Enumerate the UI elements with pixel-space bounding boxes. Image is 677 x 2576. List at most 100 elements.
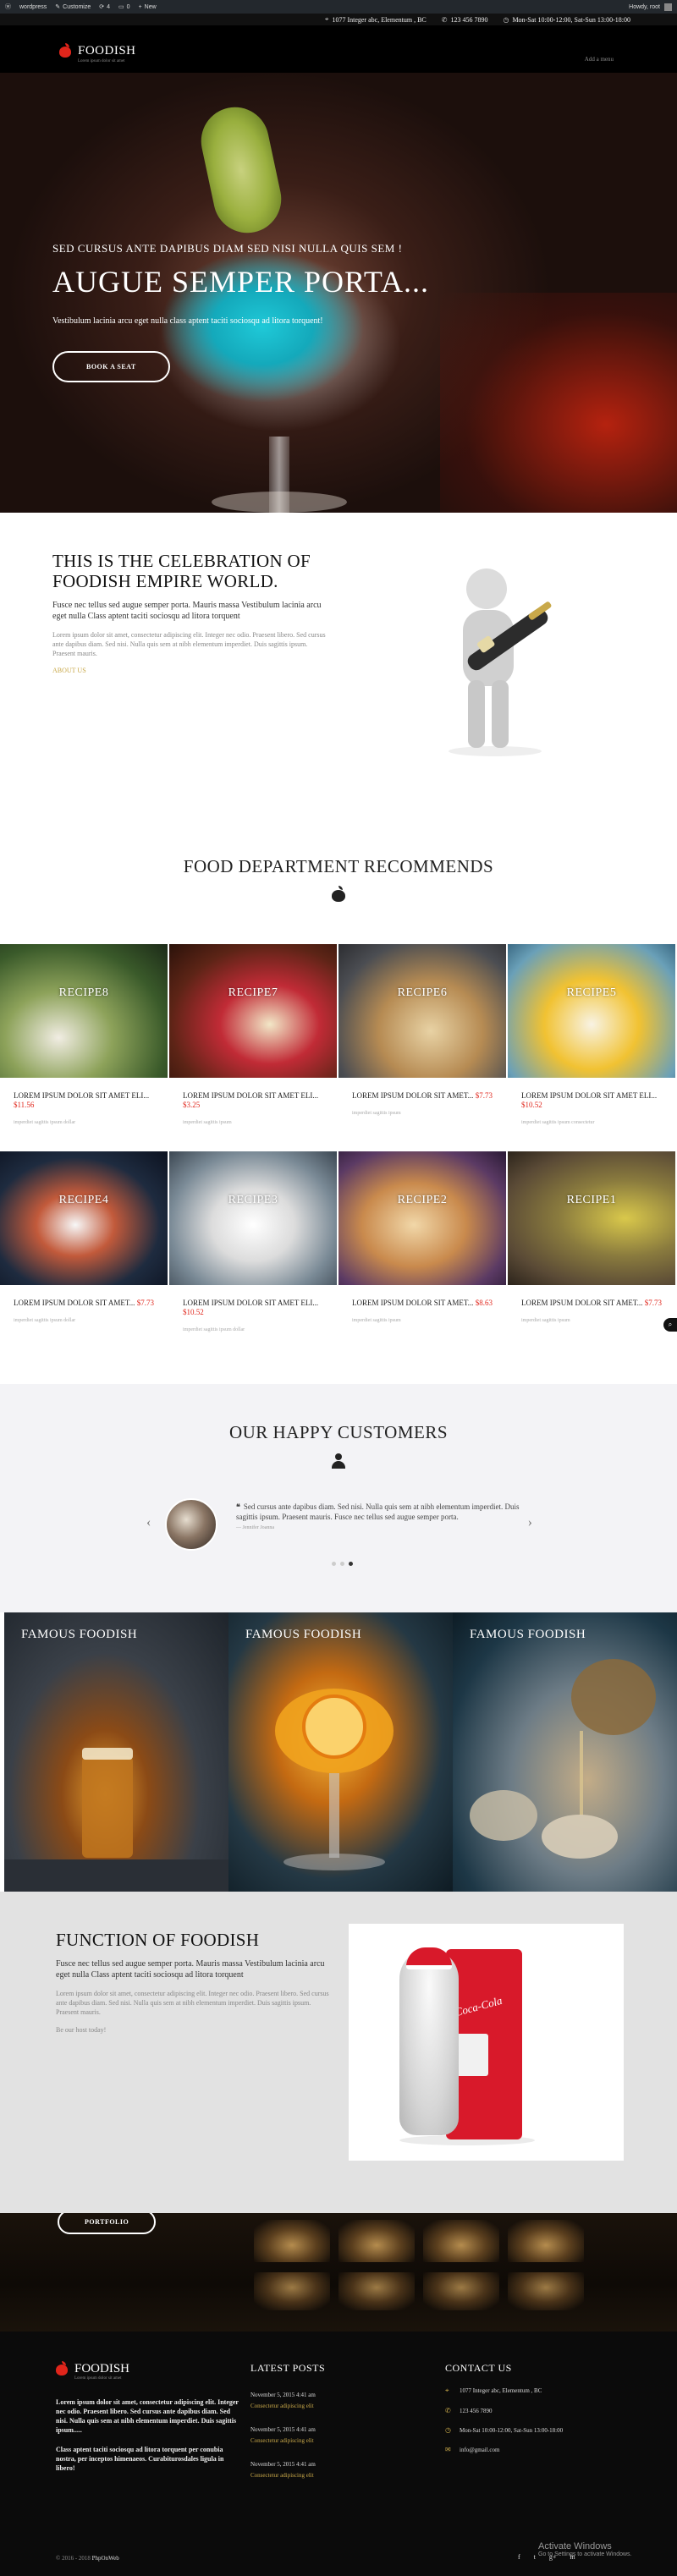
recipe-card[interactable]: RECIPE3 LOREM IPSUM DOLOR SIT AMET Eli..… xyxy=(169,1151,338,1359)
recipe-title[interactable]: LOREM IPSUM DOLOR SIT AMET Eli... $3.25 xyxy=(183,1091,325,1110)
glass-base-image xyxy=(212,492,347,513)
search-toggle-icon[interactable]: ⌕ xyxy=(663,1318,677,1332)
portfolio-button[interactable]: PORTFOLIO xyxy=(58,2213,157,2234)
refresh-icon: ⟳ xyxy=(99,4,105,10)
admin-bar: ⓦ wordpress ✎ Customize ⟳ 4 ▭ 0 + New Howdy,… xyxy=(0,0,677,14)
recipe-title[interactable]: LOREM IPSUM DOLOR SIT AMET... $7.73 xyxy=(352,1091,494,1101)
logo-name: FOODISH xyxy=(78,44,136,58)
function-section: FUNCTION OF FOODISH Fusce nec tellus sed… xyxy=(0,1892,677,2213)
slider-dot[interactable] xyxy=(349,1562,353,1566)
site-logo[interactable]: FOODISH Lorem ipsum dolor sit amet xyxy=(59,43,136,63)
logo-tagline: Lorem ipsum dolor sit amet xyxy=(78,59,125,63)
recipe-card[interactable]: RECIPE6 LOREM IPSUM DOLOR SIT AMET... $7… xyxy=(338,944,508,1151)
linkedin-icon[interactable]: in xyxy=(570,2553,575,2561)
post-title[interactable]: Consectetur adipiscing elit xyxy=(250,2437,411,2444)
clock-icon: ◷ xyxy=(503,15,509,24)
recipe-image[interactable]: RECIPE6 xyxy=(338,944,506,1078)
chevron-right-icon[interactable]: › xyxy=(528,1515,532,1530)
brush-icon: ✎ xyxy=(55,4,61,10)
recipe-image[interactable]: RECIPE5 xyxy=(508,944,675,1078)
slider-dots xyxy=(332,1562,353,1566)
google-plus-icon[interactable]: g+ xyxy=(549,2553,557,2561)
recipe-image[interactable]: RECIPE4 xyxy=(0,1151,168,1285)
slider-dot[interactable] xyxy=(332,1562,336,1566)
recipe-label: RECIPE7 xyxy=(228,986,278,999)
twitter-icon[interactable]: t xyxy=(534,2553,536,2561)
latest-posts-heading: LATEST POSTS xyxy=(250,2362,326,2374)
about-us-link[interactable]: ABOUT US xyxy=(52,667,86,674)
contact-email[interactable]: ✉ info@gmail.com xyxy=(445,2446,631,2453)
copyright-brand-link[interactable]: PhpOnWeb xyxy=(92,2555,119,2562)
recipe-card[interactable]: RECIPE7 LOREM IPSUM DOLOR SIT AMET Eli..… xyxy=(169,944,338,1151)
comment-icon: ▭ xyxy=(118,4,124,10)
wp-logo-icon[interactable]: ⓦ xyxy=(5,3,11,11)
recipe-card[interactable]: RECIPE5 LOREM IPSUM DOLOR SIT AMET Eli..… xyxy=(508,944,677,1151)
recipe-image[interactable]: RECIPE2 xyxy=(338,1151,506,1285)
recipe-card[interactable]: RECIPE1 LOREM IPSUM DOLOR SIT AMET... $7… xyxy=(508,1151,677,1359)
function-lead: Fusce nec tellus sed augue semper porta.… xyxy=(56,1959,325,1980)
contact-hours: ◷ Mon-Sat 10:00-12:00, Sat-Sun 13:00-18:0… xyxy=(445,2426,564,2434)
site-header: FOODISH Lorem ipsum dolor sit amet Add a… xyxy=(0,25,677,73)
recipe-image[interactable]: RECIPE8 xyxy=(0,944,168,1078)
famous-card[interactable]: FAMOUS FOODISH xyxy=(4,1612,228,1892)
recipe-card[interactable]: RECIPE2 LOREM IPSUM DOLOR SIT AMET... $8… xyxy=(338,1151,508,1359)
post-item[interactable]: November 5, 2015 4:41 am Consectetur adi… xyxy=(250,2461,411,2479)
copyright: © 2016 - 2018 PhpOnWeb xyxy=(56,2555,119,2562)
post-date: November 5, 2015 4:41 am xyxy=(250,2461,316,2468)
new-content-link[interactable]: + New xyxy=(139,4,157,10)
recipe-title[interactable]: LOREM IPSUM DOLOR SIT AMET... $7.73 xyxy=(521,1299,663,1308)
avatar[interactable] xyxy=(664,3,672,11)
add-menu-link[interactable]: Add a menu xyxy=(585,56,614,63)
recipe-title[interactable]: LOREM IPSUM DOLOR SIT AMET... $7.73 xyxy=(14,1299,156,1308)
hero-banner: SED CURSUS ANTE DAPIBUS DIAM SED NISI NU… xyxy=(0,73,677,513)
recipe-ingredients: imperdiet sagittis ipsum consectetur xyxy=(521,1120,595,1125)
chevron-left-icon[interactable]: ‹ xyxy=(146,1515,151,1530)
recipe-title[interactable]: LOREM IPSUM DOLOR SIT AMET... $8.63 xyxy=(352,1299,494,1308)
recipe-title[interactable]: LOREM IPSUM DOLOR SIT AMET Eli... $11.56 xyxy=(14,1091,156,1110)
topbar-address: 1077 Integer abc, Elementum , BC xyxy=(332,15,427,24)
footer-about-2: Class aptent taciti sociosqu ad litora t… xyxy=(56,2446,224,2472)
post-title[interactable]: Consectetur adipiscing elit xyxy=(250,2403,411,2409)
celebration-section: THIS IS THE CELEBRATION OF FOODISH EMPIR… xyxy=(0,513,677,800)
recipe-price: $10.52 xyxy=(183,1308,204,1316)
recipe-image[interactable]: RECIPE7 xyxy=(169,944,337,1078)
recipe-ingredients: imperdiet sagittis ipsum dollar xyxy=(14,1120,76,1125)
recipe-label: RECIPE2 xyxy=(397,1194,448,1206)
recipe-label: RECIPE4 xyxy=(58,1194,109,1206)
updates-link[interactable]: ⟳ 4 xyxy=(99,3,110,11)
famous-card[interactable]: FAMOUS FOODISH xyxy=(228,1612,453,1892)
famous-card[interactable]: FAMOUS FOODISH xyxy=(453,1612,677,1892)
comments-link[interactable]: ▭ 0 xyxy=(118,3,130,11)
book-seat-button[interactable]: BOOK A SEAT xyxy=(52,351,170,382)
recipe-label: RECIPE8 xyxy=(58,986,109,999)
facebook-icon[interactable]: f xyxy=(518,2553,520,2561)
footer-logo-name: FOODISH xyxy=(74,2362,130,2376)
apple-icon xyxy=(59,43,71,58)
post-title[interactable]: Consectetur adipiscing elit xyxy=(250,2472,411,2479)
recipe-label: RECIPE1 xyxy=(566,1194,617,1206)
recipe-title[interactable]: LOREM IPSUM DOLOR SIT AMET Eli... $10.52 xyxy=(521,1091,663,1110)
recipe-card[interactable]: RECIPE8 LOREM IPSUM DOLOR SIT AMET Eli..… xyxy=(0,944,169,1151)
testimonial-avatar xyxy=(165,1498,217,1551)
lime-slice-image xyxy=(195,101,288,239)
recipe-label: RECIPE3 xyxy=(228,1194,278,1206)
post-item[interactable]: November 5, 2015 4:41 am Consectetur adi… xyxy=(250,2426,411,2444)
recipe-title[interactable]: LOREM IPSUM DOLOR SIT AMET Eli... $10.52 xyxy=(183,1299,325,1317)
footer-logo[interactable]: FOODISH Lorem ipsum dolor sit amet xyxy=(56,2361,242,2381)
testimonial-slider: ‹ ❝ Sed cursus ante dapibus diam. Sed nis… xyxy=(146,1498,532,1551)
recipe-image[interactable]: RECIPE1 xyxy=(508,1151,675,1285)
recipe-card[interactable]: RECIPE4 LOREM IPSUM DOLOR SIT AMET... $7… xyxy=(0,1151,169,1359)
recipe-image[interactable]: RECIPE3 xyxy=(169,1151,337,1285)
recipe-price: $7.73 xyxy=(644,1299,662,1307)
hero-title: AUGUE SEMPER PORTA... xyxy=(52,265,430,299)
recipe-label: RECIPE6 xyxy=(397,986,448,999)
post-item[interactable]: November 5, 2015 4:41 am Consectetur adi… xyxy=(250,2392,411,2409)
testimonial-author: — Jennifer Joanna xyxy=(236,1525,274,1530)
user-icon xyxy=(332,1453,345,1469)
howdy-text[interactable]: Howdy, root xyxy=(629,4,660,10)
customize-link[interactable]: ✎ Customize xyxy=(55,3,91,11)
slider-dot[interactable] xyxy=(340,1562,344,1566)
admin-site-link[interactable]: wordpress xyxy=(19,4,47,10)
recipe-label: RECIPE5 xyxy=(566,986,617,999)
footer-tagline: Lorem ipsum dolor sit amet xyxy=(74,2376,122,2381)
